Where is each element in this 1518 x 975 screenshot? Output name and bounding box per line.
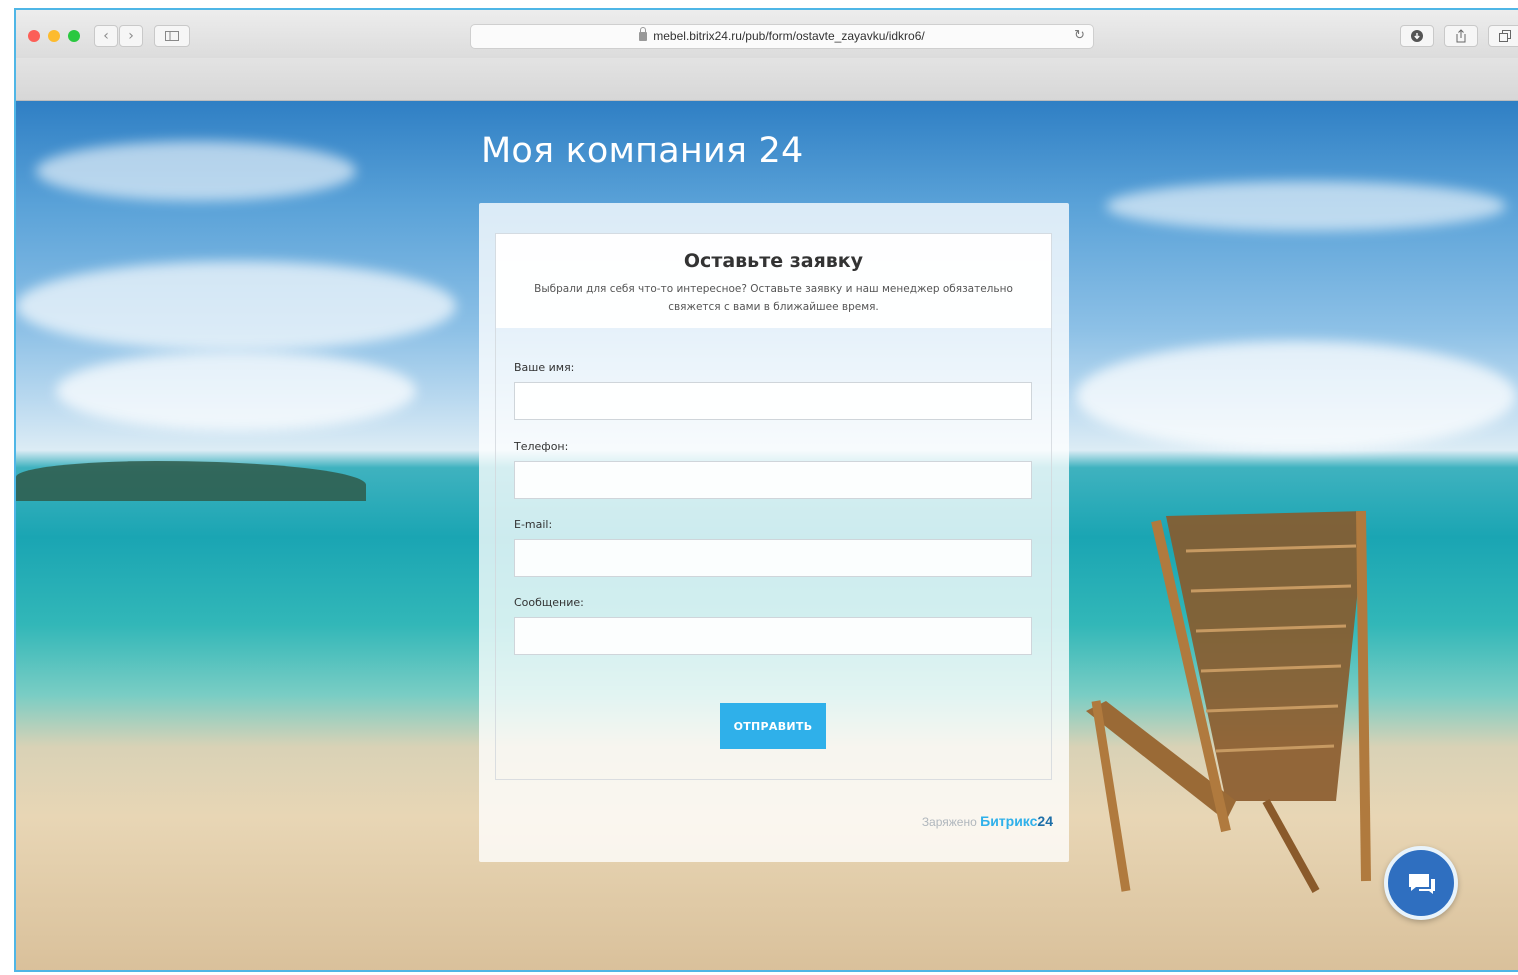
lock-icon bbox=[639, 27, 648, 41]
background-cloud bbox=[16, 261, 456, 351]
beach-chair-image bbox=[1086, 510, 1371, 893]
sidebar-icon bbox=[165, 31, 179, 41]
forward-icon: › bbox=[128, 28, 134, 44]
form-title: Оставьте заявку bbox=[683, 250, 864, 272]
back-icon: ‹ bbox=[103, 28, 109, 44]
chat-icon bbox=[1409, 874, 1435, 894]
name-field[interactable] bbox=[514, 382, 1032, 420]
email-field-label: E-mail: bbox=[514, 518, 553, 531]
forward-button[interactable]: › bbox=[119, 25, 143, 47]
company-name: Моя компания bbox=[481, 131, 748, 171]
browser-window: ‹ › mebel.bitrix24.ru/pub/form/ostavte_z… bbox=[14, 8, 1518, 972]
powered-prefix: Заряжено bbox=[921, 815, 977, 829]
message-field-label: Сообщение: bbox=[514, 596, 584, 609]
maximize-window-icon[interactable] bbox=[68, 30, 80, 42]
tabs-button[interactable] bbox=[1488, 25, 1518, 47]
minimize-window-icon[interactable] bbox=[48, 30, 60, 42]
background-cloud bbox=[1076, 341, 1516, 451]
form-header: Оставьте заявку Выбрали для себя что-то … bbox=[496, 234, 1051, 328]
chat-widget-button[interactable] bbox=[1384, 846, 1458, 920]
form-description: Выбрали для себя что-то интересное? Оста… bbox=[534, 283, 1013, 313]
close-window-icon[interactable] bbox=[28, 30, 40, 42]
powered-by[interactable]: Заряжено Битрикс24 bbox=[922, 813, 1053, 829]
bitrix24-logo: Битрикс24 bbox=[980, 813, 1053, 829]
request-form: Оставьте заявку Выбрали для себя что-то … bbox=[495, 233, 1052, 780]
share-icon bbox=[1456, 29, 1466, 43]
url-text: mebel.bitrix24.ru/pub/form/ostavte_zayav… bbox=[653, 29, 925, 43]
download-button[interactable] bbox=[1400, 25, 1434, 47]
name-field-label: Ваше имя: bbox=[514, 361, 575, 374]
reload-icon[interactable]: ↻ bbox=[1074, 28, 1085, 43]
phone-field-label: Телефон: bbox=[514, 440, 569, 453]
background-cloud bbox=[36, 141, 356, 201]
phone-field[interactable] bbox=[514, 461, 1032, 499]
submit-button[interactable]: ОТПРАВИТЬ bbox=[720, 703, 826, 749]
message-field[interactable] bbox=[514, 617, 1032, 655]
download-icon bbox=[1411, 30, 1423, 42]
back-button[interactable]: ‹ bbox=[94, 25, 118, 47]
email-field[interactable] bbox=[514, 539, 1032, 577]
request-form-card: Оставьте заявку Выбрали для себя что-то … bbox=[479, 203, 1069, 862]
background-island bbox=[16, 461, 366, 501]
company-logo-text: Моя компания 24 bbox=[481, 131, 803, 171]
company-name-suffix: 24 bbox=[758, 131, 804, 171]
tabs-icon bbox=[1499, 30, 1511, 42]
sidebar-button[interactable] bbox=[154, 25, 190, 47]
address-bar[interactable]: mebel.bitrix24.ru/pub/form/ostavte_zayav… bbox=[470, 24, 1094, 49]
share-button[interactable] bbox=[1444, 25, 1478, 47]
background-cloud bbox=[1106, 181, 1506, 231]
browser-toolbar: ‹ › mebel.bitrix24.ru/pub/form/ostavte_z… bbox=[16, 10, 1518, 59]
url-display: mebel.bitrix24.ru/pub/form/ostavte_zayav… bbox=[471, 27, 1093, 43]
tab-strip bbox=[16, 58, 1518, 101]
web-page: Моя компания 24 Оставьте заявку Выбрали … bbox=[16, 101, 1518, 970]
background-cloud bbox=[56, 351, 416, 431]
